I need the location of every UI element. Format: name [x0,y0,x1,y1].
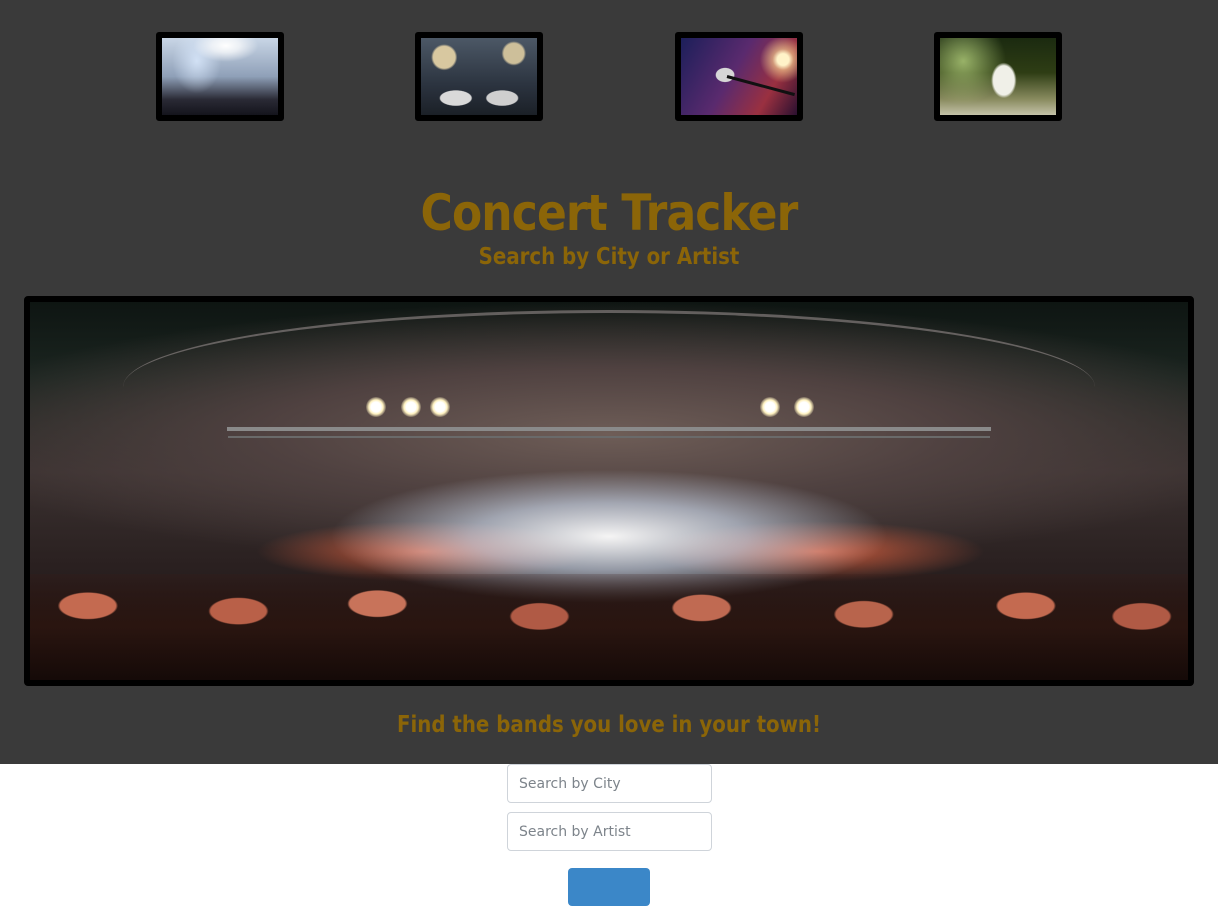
microphone-image [681,38,797,115]
stage-light-shape [429,396,450,417]
lighting-truss-shape [226,426,992,431]
header-section: Concert Tracker Search by City or Artist… [0,0,1218,764]
page-title: Concert Tracker [420,184,799,242]
stage-roof-shape [122,309,1096,464]
stage-light-shape [794,396,815,417]
crowd-hands-shape [30,574,1188,680]
search-tagline: Find the bands you love in your town! [396,712,822,738]
hero-banner [24,296,1194,686]
page-subtitle: Search by City or Artist [478,244,740,270]
stage-light-shape [365,396,386,417]
thumbnail-crowd [156,32,284,121]
outdoor-stage-concert-image [30,302,1188,680]
concert-crowd-image [162,38,278,115]
mic-stand-shape [727,75,796,96]
drum-kit-image [421,38,537,115]
stage-light-shape [400,396,421,417]
thumbnail-guitarist [934,32,1062,121]
search-artist-input[interactable] [507,812,712,851]
guitarist-image [940,38,1056,115]
stage-light-shape [759,396,780,417]
search-city-input[interactable] [507,764,712,803]
search-submit-button[interactable] [568,868,650,906]
thumbnail-microphone [675,32,803,121]
thumbnail-drums [415,32,543,121]
